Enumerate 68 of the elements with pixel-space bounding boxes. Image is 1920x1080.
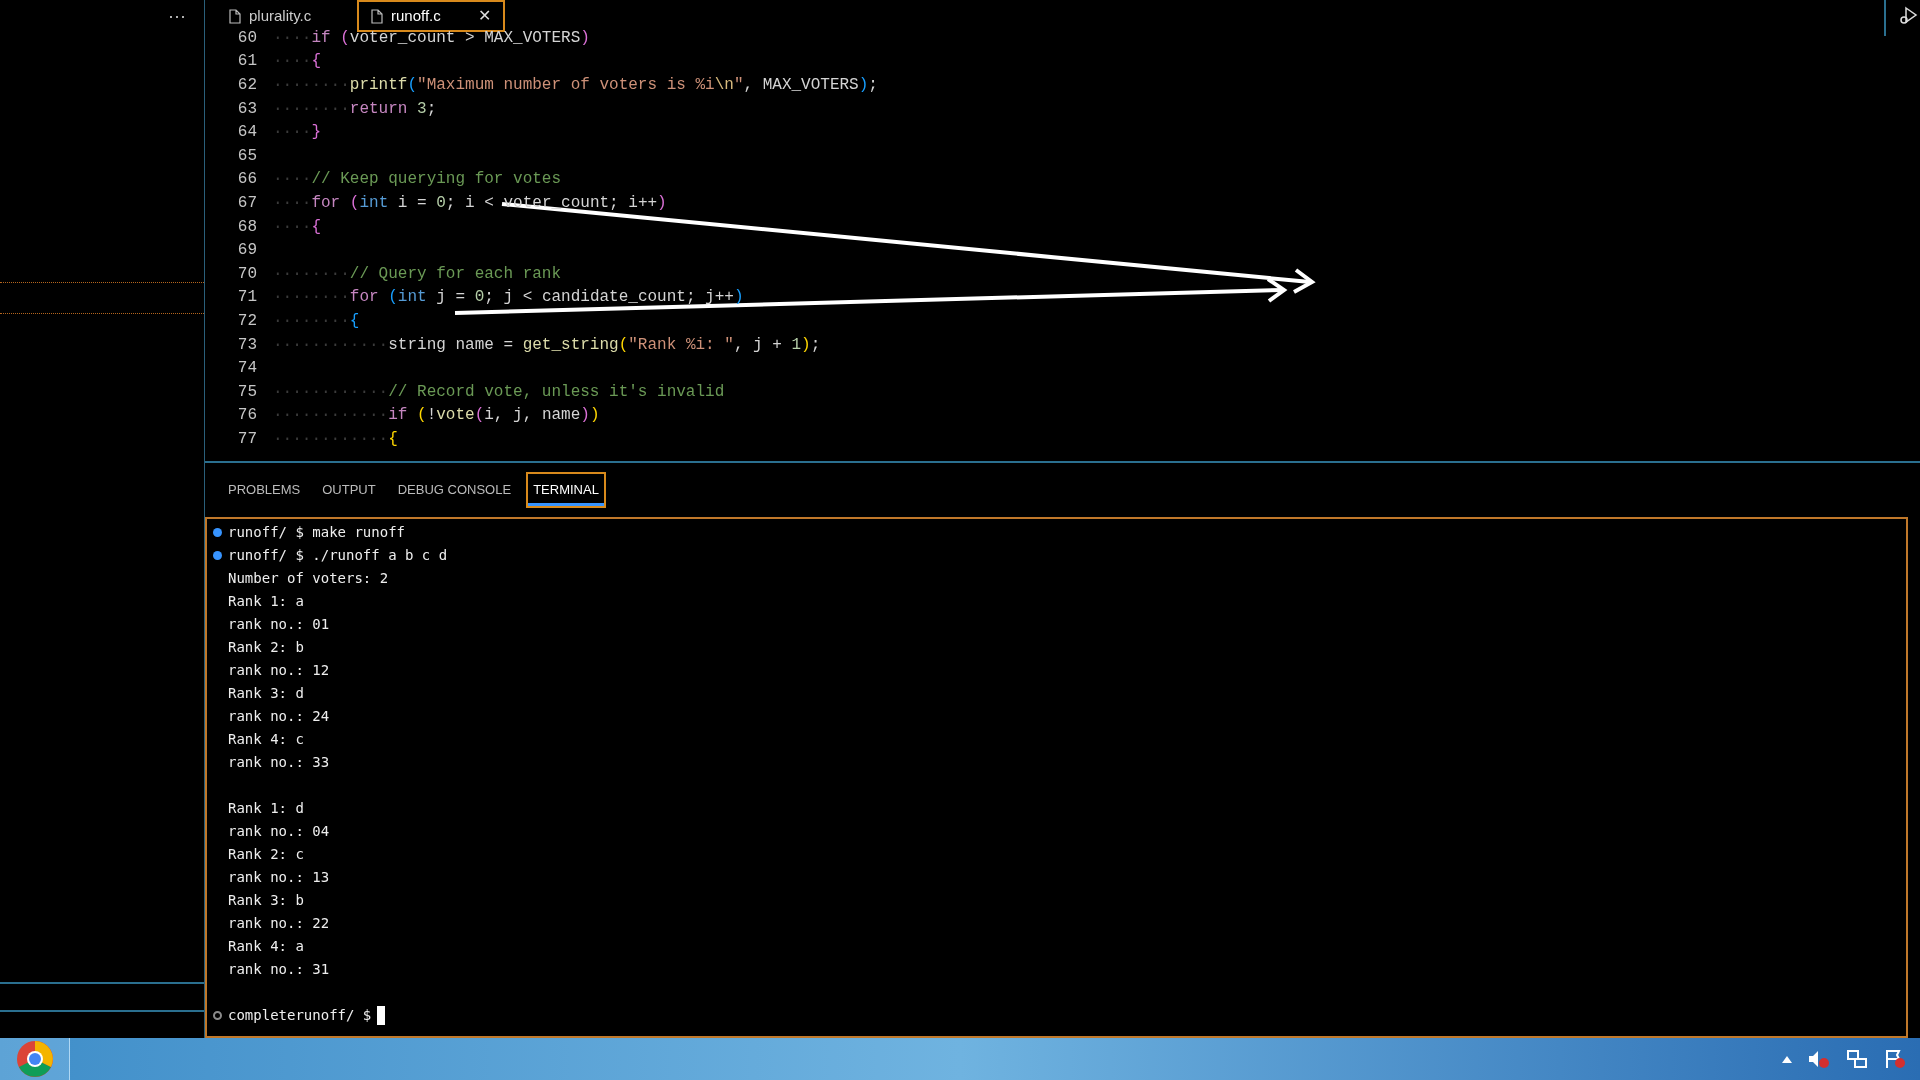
terminal-output: Rank 1: d [228, 799, 304, 818]
line-number: 66 [236, 169, 257, 191]
browser-icon[interactable] [15, 1040, 54, 1078]
line-number: 71 [236, 287, 257, 309]
line-number: 63 [236, 98, 257, 120]
terminal-output: Rank 3: d [228, 684, 304, 703]
code-line: ········for (int j = 0; j < candidate_count; j++) [273, 287, 744, 309]
code-line: ····} [273, 122, 321, 144]
terminal-command: runoff/ $ ./runoff a b c d [228, 546, 448, 565]
file-icon [229, 8, 241, 24]
line-number: 72 [236, 310, 257, 332]
terminal-output: rank no.: 31 [228, 960, 330, 979]
line-number: 68 [236, 216, 257, 238]
line-number: 62 [236, 75, 257, 96]
panel-tab[interactable]: TERMINAL [526, 472, 606, 508]
close-icon[interactable]: ✕ [478, 4, 491, 28]
terminal-output: Rank 1: a [228, 592, 304, 611]
terminal-output: rank no.: 04 [228, 822, 330, 841]
line-number: 65 [236, 145, 257, 167]
terminal-output: rank no.: 12 [228, 661, 330, 680]
code-line: ············if (!vote(i, j, name)) [273, 405, 600, 427]
editor-tab[interactable]: runoff.c ✕ [357, 0, 505, 32]
line-number: 61 [236, 51, 257, 73]
code-line: ····// Keep querying for votes [273, 169, 562, 191]
line-number: 77 [236, 428, 257, 450]
code-line: ········{ [273, 310, 360, 332]
code-line: ········printf("Maximum number of voters is %i\n", MAX_VOTERS); [273, 75, 878, 96]
line-number: 67 [236, 192, 257, 214]
terminal-output: rank no.: 01 [228, 615, 330, 634]
cursor-icon [377, 1006, 386, 1025]
panel-tab[interactable]: DEBUG CONSOLE [390, 472, 519, 508]
terminal-output: rank no.: 22 [228, 914, 330, 933]
line-number: 60 [236, 27, 257, 49]
terminal-output: Rank 3: b [228, 891, 304, 910]
terminal-output: Number of voters: 2 [228, 569, 389, 588]
code-line: ············string name = get_string("Rank %i: ", j + 1); [273, 334, 821, 356]
code-line: ············// Record vote, unless it's invalid [273, 381, 725, 403]
line-number: 69 [236, 240, 257, 262]
terminal-command: runoff/ $ make runoff [228, 523, 405, 542]
terminal-output: Rank 4: c [228, 730, 304, 749]
panel-tab[interactable]: PROBLEMS [221, 472, 308, 508]
terminal-output: rank no.: 33 [228, 753, 330, 772]
panel-tab[interactable]: OUTPUT [315, 472, 383, 508]
terminal-output: rank no.: 13 [228, 868, 330, 887]
line-number: 76 [236, 405, 257, 427]
code-line: ········return 3; [273, 98, 437, 120]
line-number: 64 [236, 122, 257, 144]
line-number: 75 [236, 381, 257, 403]
terminal-output: Rank 2: b [228, 638, 304, 657]
terminal-command: completerunoff/ $ [228, 1006, 372, 1025]
line-number: 70 [236, 263, 257, 285]
code-line: ····{ [273, 51, 321, 73]
terminal-output: Rank 2: c [228, 845, 304, 864]
caret-up-icon[interactable] [1782, 1055, 1792, 1063]
terminal-output: rank no.: 24 [228, 707, 330, 726]
terminal-output: Rank 4: a [228, 937, 304, 956]
code-line: ············{ [273, 428, 398, 450]
line-number: 73 [236, 334, 257, 356]
code-line: ····for (int i = 0; i < voter_count; i++) [273, 192, 667, 214]
code-line: ········// Query for each rank [273, 263, 562, 285]
more-actions-button[interactable]: ··· [168, 7, 186, 25]
run-icon[interactable] [1900, 6, 1918, 24]
flag-icon[interactable] [1884, 1049, 1906, 1069]
code-line: ····{ [273, 216, 321, 238]
network-icon[interactable] [1846, 1049, 1868, 1069]
speaker-muted-icon[interactable] [1808, 1049, 1830, 1069]
file-icon [371, 8, 383, 24]
line-number: 74 [236, 358, 257, 380]
